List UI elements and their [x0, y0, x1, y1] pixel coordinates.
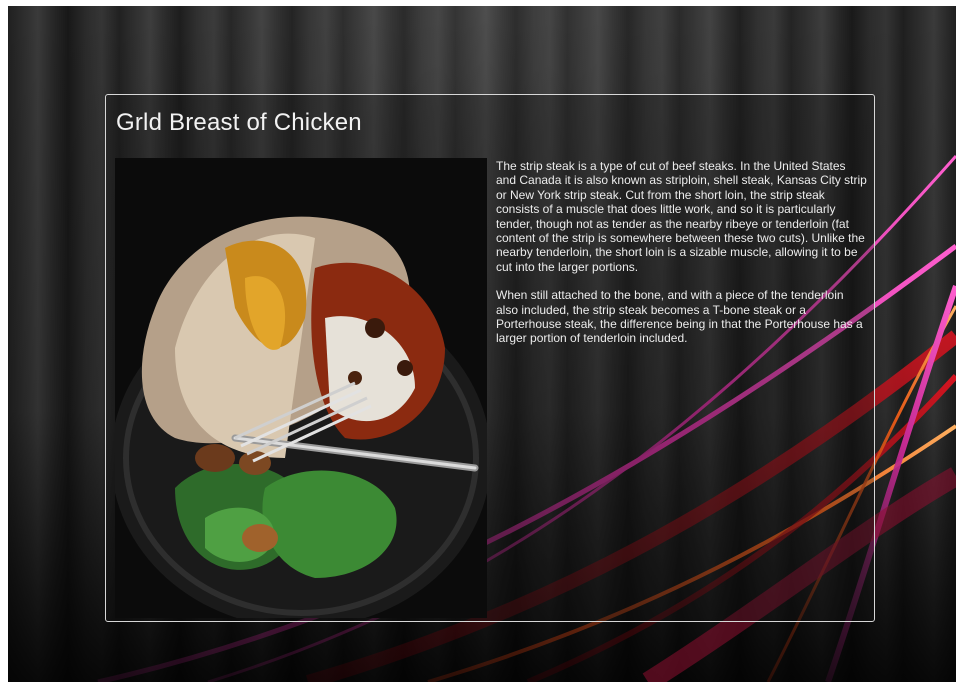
description-paragraph-2: When still attached to the bone, and wit…	[496, 288, 863, 346]
slide-canvas: Grld Breast of Chicken The strip steak i…	[8, 6, 956, 682]
description-paragraph-1: The strip steak is a type of cut of beef…	[496, 159, 867, 274]
chicken-dish-photo	[115, 158, 487, 618]
content-panel: Grld Breast of Chicken The strip steak i…	[105, 94, 875, 622]
description-text: The strip steak is a type of cut of beef…	[496, 159, 868, 360]
slide-title: Grld Breast of Chicken	[116, 109, 362, 136]
